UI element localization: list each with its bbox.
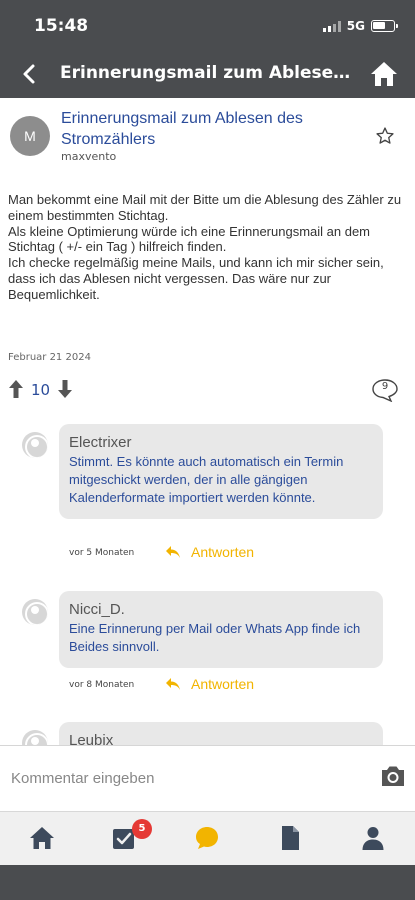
- battery-icon: [371, 20, 398, 32]
- reply-label: Antworten: [191, 676, 255, 692]
- network-type: 5G: [346, 19, 365, 33]
- status-time: 15:48: [34, 16, 89, 36]
- post-date: Februar 21 2024: [8, 352, 91, 363]
- comment-time: vor 5 Monaten: [69, 548, 135, 558]
- comment-count[interactable]: 9: [371, 378, 399, 403]
- comment-input[interactable]: [11, 766, 351, 790]
- star-icon[interactable]: [375, 126, 395, 146]
- comment-author[interactable]: Leubix: [69, 732, 373, 745]
- chat-bubble-icon[interactable]: [193, 824, 221, 852]
- comment-text: Eine Erinnerung per Mail oder Whats App …: [69, 621, 361, 654]
- avatar[interactable]: M: [10, 116, 50, 156]
- home-icon[interactable]: [369, 59, 399, 89]
- status-bar: 15:48 5G: [0, 0, 415, 50]
- comment-bubble: Electrixer Stimmt. Es könnte auch automa…: [59, 424, 383, 519]
- comment-bubble: Leubix: [59, 722, 383, 745]
- avatar[interactable]: [22, 730, 48, 745]
- vote-count: 10: [31, 381, 51, 399]
- tab-bar: 5: [0, 811, 415, 865]
- app-header: Erinnerungsmail zum Ablesen des Stromzäh…: [0, 50, 415, 98]
- reply-icon: [166, 678, 180, 690]
- post-body: Man bekommt eine Mail mit der Bitte um d…: [8, 192, 402, 302]
- comment-time: vor 8 Monaten: [69, 680, 135, 690]
- post-title: Erinnerungsmail zum Ablesen des Stromzäh…: [61, 110, 303, 148]
- home-icon[interactable]: [28, 824, 56, 852]
- comment-author[interactable]: Nicci_D.: [69, 601, 373, 618]
- comment-text: Stimmt. Es könnte auch automatisch ein T…: [69, 454, 344, 505]
- reply-button[interactable]: Antworten: [165, 676, 254, 692]
- chevron-left-icon[interactable]: [16, 60, 44, 88]
- comment-count-label: 9: [381, 381, 389, 392]
- comment-bubble: Nicci_D. Eine Erinnerung per Mail oder W…: [59, 591, 383, 668]
- reply-label: Antworten: [191, 544, 255, 560]
- arrow-down-icon[interactable]: [57, 379, 73, 399]
- document-icon[interactable]: [276, 824, 304, 852]
- comment-author[interactable]: Electrixer: [69, 434, 373, 451]
- post-author[interactable]: maxvento: [61, 150, 116, 163]
- page-title: Erinnerungsmail zum Ablesen des Stromzäh…: [60, 63, 355, 83]
- reply-icon: [166, 546, 180, 558]
- avatar[interactable]: [22, 432, 48, 458]
- comment-item: Leubix: [0, 722, 415, 745]
- signal-icon: [322, 20, 341, 32]
- notification-badge: 5: [132, 819, 152, 839]
- status-indicators: 5G: [322, 19, 398, 33]
- camera-icon[interactable]: [379, 762, 407, 790]
- profile-icon[interactable]: [359, 824, 387, 852]
- system-nav-strip: [0, 865, 415, 900]
- comment-composer: [0, 745, 415, 811]
- reply-button[interactable]: Antworten: [165, 544, 254, 560]
- arrow-up-icon[interactable]: [8, 379, 24, 399]
- avatar[interactable]: [22, 599, 48, 625]
